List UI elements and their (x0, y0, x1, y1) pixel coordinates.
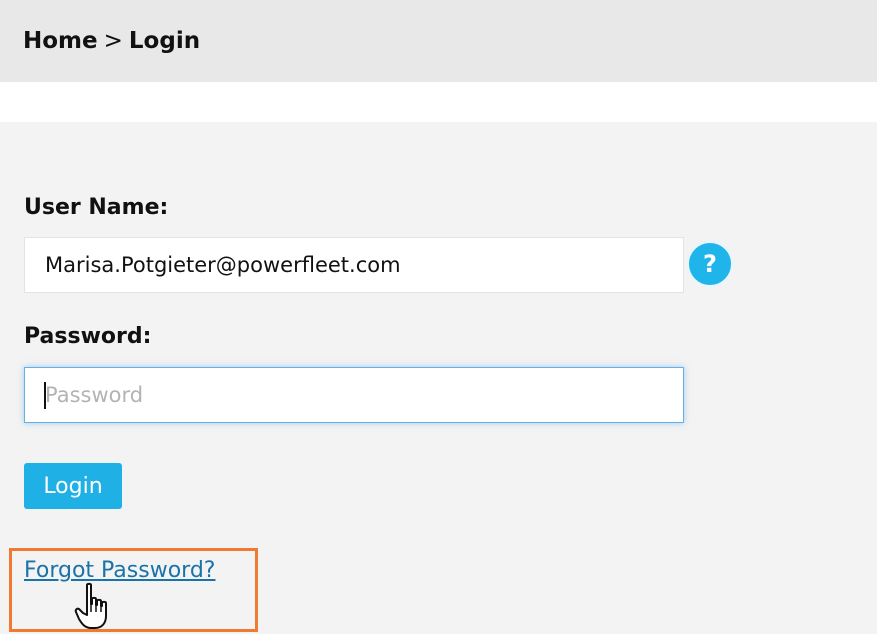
password-label: Password: (24, 324, 152, 349)
username-input[interactable] (24, 237, 684, 293)
header-spacer (0, 82, 877, 122)
forgot-password-link[interactable]: Forgot Password? (24, 558, 215, 583)
help-icon[interactable]: ? (687, 241, 733, 287)
breadcrumb-home[interactable]: Home (23, 28, 98, 54)
username-label: User Name: (24, 195, 169, 220)
breadcrumb-separator: > (103, 28, 123, 54)
login-form: User Name: ? Password: Login Forgot Pass… (0, 122, 877, 634)
login-page: Home > Login User Name: ? Password: Logi… (0, 0, 877, 634)
text-caret (44, 382, 46, 409)
hand-pointer-icon (74, 582, 107, 629)
help-icon-glyph: ? (703, 250, 717, 278)
password-input[interactable] (24, 367, 684, 423)
login-button[interactable]: Login (24, 463, 122, 509)
breadcrumb: Home > Login (0, 0, 877, 82)
breadcrumb-current: Login (128, 28, 201, 54)
